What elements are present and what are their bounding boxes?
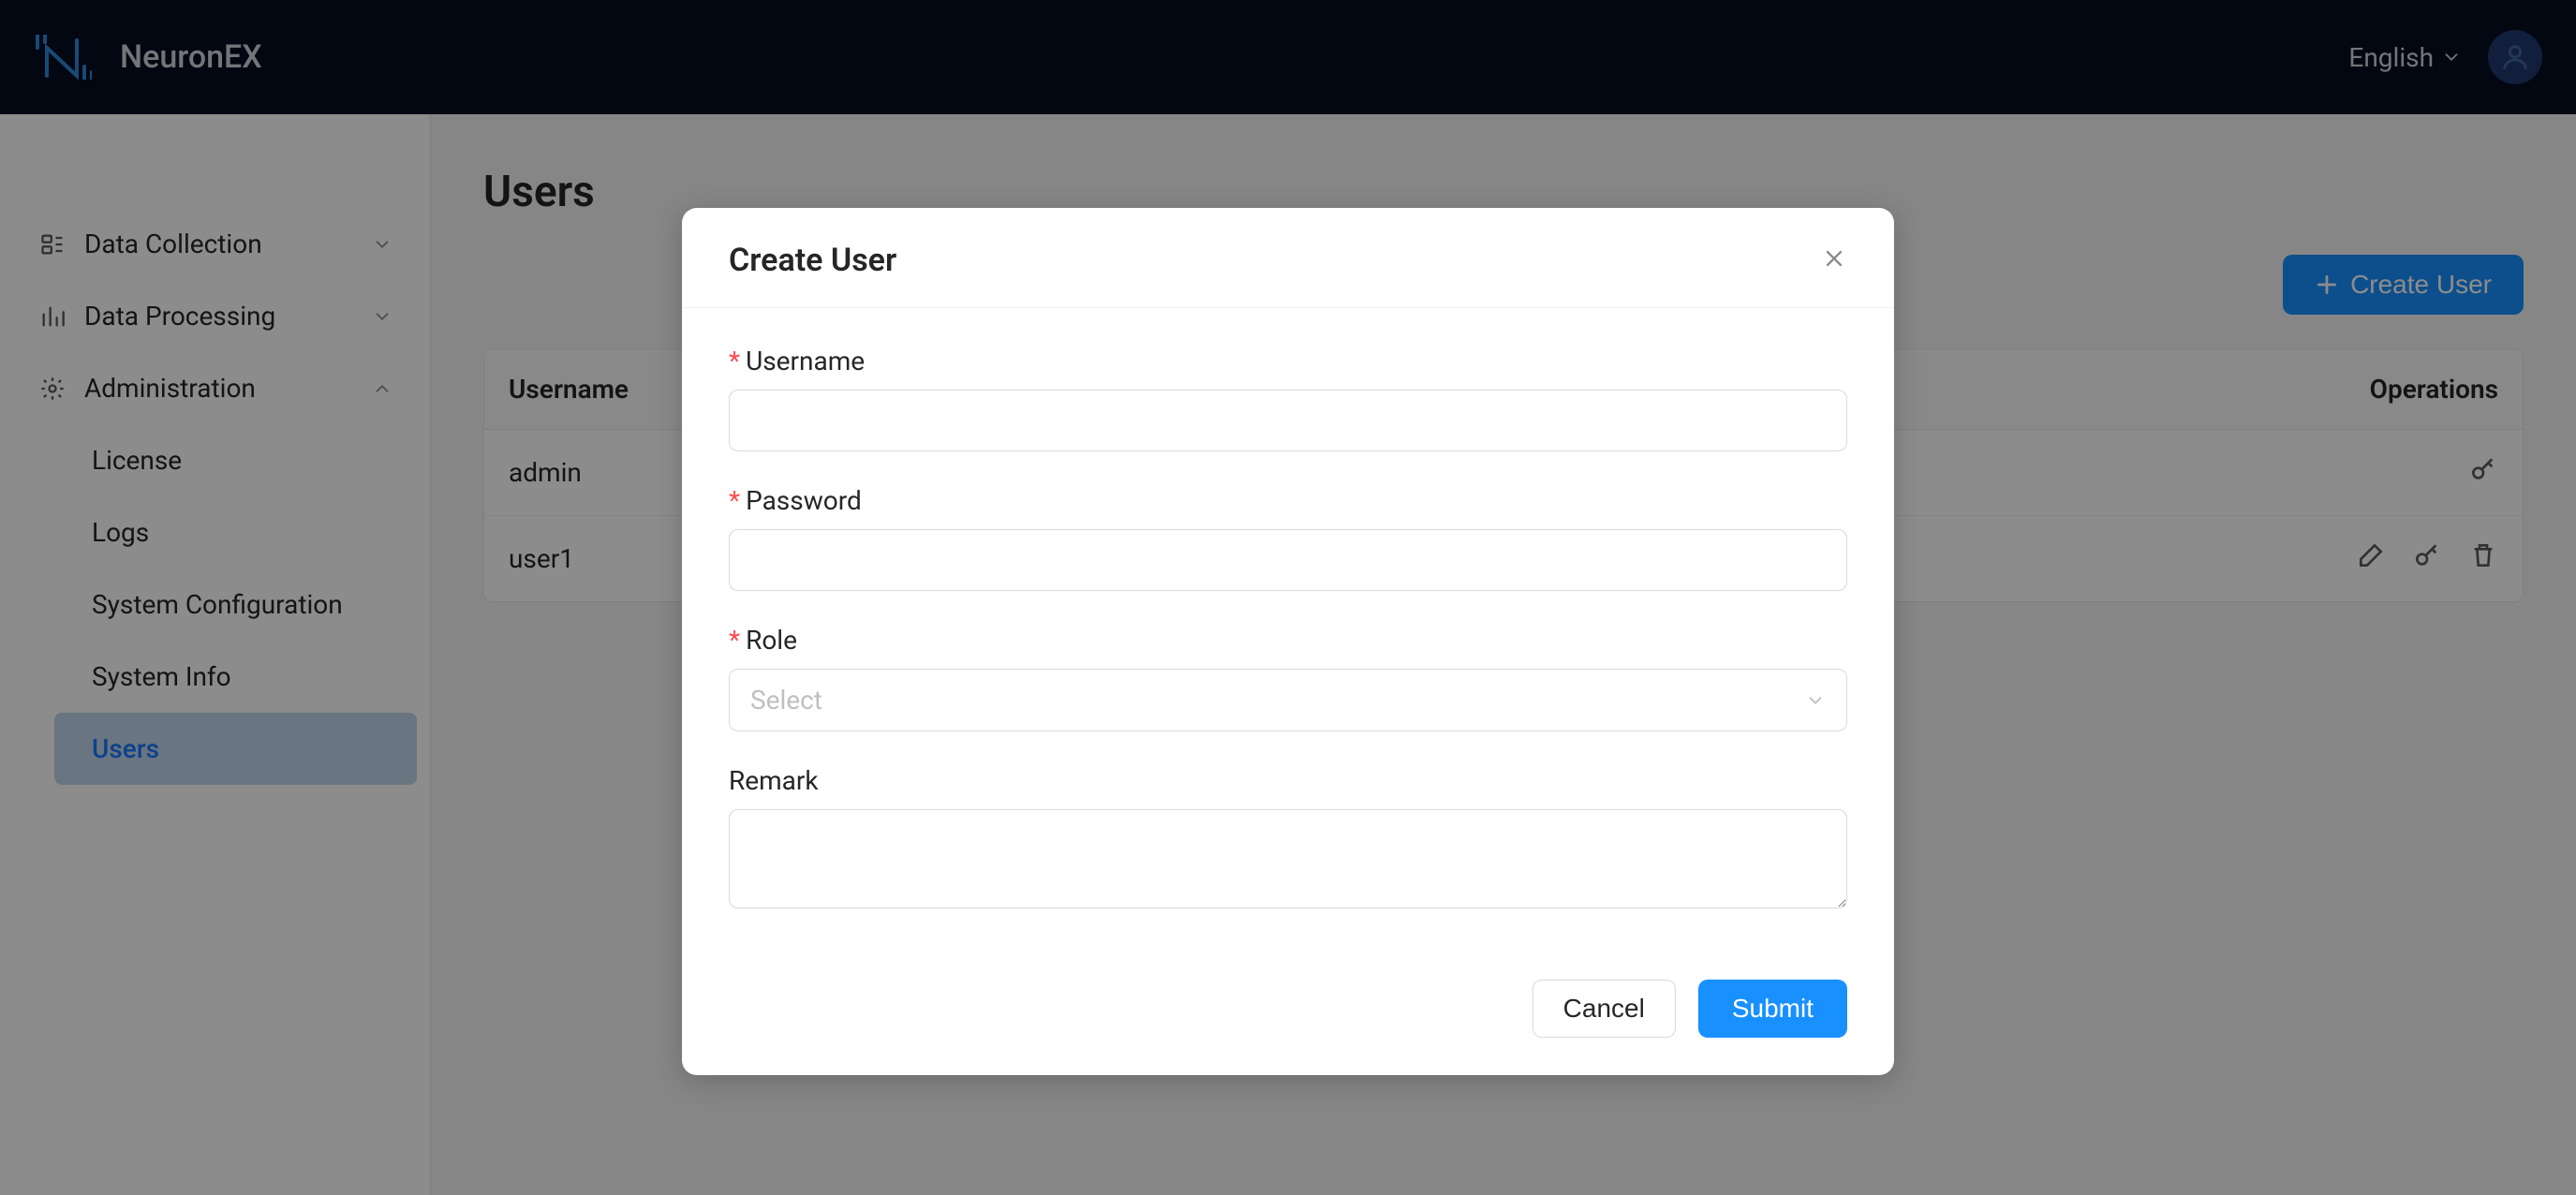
- username-label: *Username: [729, 346, 1847, 376]
- submit-button[interactable]: Submit: [1698, 980, 1847, 1038]
- create-user-modal: Create User *Username *Password *Role Se…: [682, 208, 1894, 1075]
- modal-close-button[interactable]: [1821, 245, 1847, 275]
- password-input[interactable]: [729, 529, 1847, 591]
- cancel-button[interactable]: Cancel: [1532, 980, 1676, 1038]
- remark-label: Remark: [729, 765, 1847, 796]
- role-placeholder: Select: [750, 685, 822, 716]
- modal-title: Create User: [729, 242, 896, 279]
- chevron-down-icon: [1805, 690, 1826, 711]
- role-label: *Role: [729, 625, 1847, 656]
- password-label: *Password: [729, 485, 1847, 516]
- username-input[interactable]: [729, 390, 1847, 451]
- role-select[interactable]: Select: [729, 669, 1847, 731]
- close-icon: [1821, 245, 1847, 272]
- modal-overlay[interactable]: Create User *Username *Password *Role Se…: [0, 0, 2576, 1195]
- remark-textarea[interactable]: [729, 809, 1847, 908]
